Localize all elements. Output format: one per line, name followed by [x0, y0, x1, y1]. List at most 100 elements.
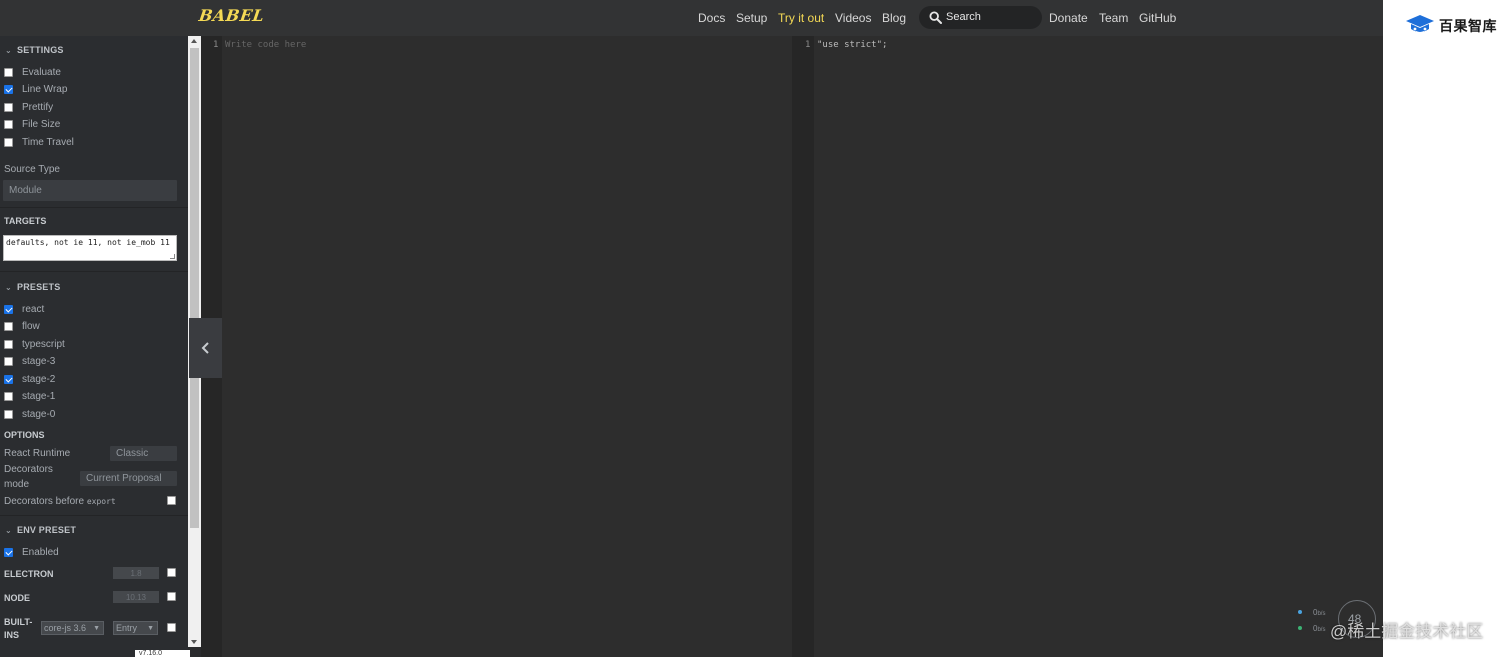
decorators-mode-label-2: mode: [4, 479, 30, 490]
react-checkbox[interactable]: [4, 304, 13, 314]
input-editor[interactable]: 1 Write code here: [201, 36, 792, 657]
preset-stage-0[interactable]: stage-0: [4, 407, 55, 421]
env-enabled[interactable]: Enabled: [4, 545, 59, 559]
input-line-number: 1: [213, 40, 219, 50]
graduation-cap-logo-icon: [1406, 15, 1434, 33]
preset-stage-2[interactable]: stage-2: [4, 372, 55, 386]
electron-label: ELECTRON: [4, 569, 54, 579]
stat-upload-value: 0b/s: [1313, 608, 1325, 617]
node-version-input[interactable]: 10.13: [113, 591, 159, 603]
divider: [0, 207, 188, 208]
stage-1-checkbox[interactable]: [4, 391, 13, 401]
preset-typescript[interactable]: typescript: [4, 337, 65, 351]
typescript-checkbox[interactable]: [4, 339, 13, 349]
node-label: NODE: [4, 593, 31, 603]
nav-link-try-it-out[interactable]: Try it out: [778, 11, 824, 25]
preset-flow[interactable]: flow: [4, 319, 40, 333]
builtins-label-2: INS: [4, 630, 20, 640]
search-icon: [929, 11, 942, 24]
preset-stage-1[interactable]: stage-1: [4, 389, 55, 403]
chevron-down-icon: ⌄: [5, 46, 12, 55]
typescript-label: typescript: [22, 338, 65, 350]
settings-sidebar: ⌄ SETTINGS Evaluate Line Wrap Prettify Fi…: [0, 36, 188, 657]
stage-3-checkbox[interactable]: [4, 356, 13, 366]
stat-row-upload: 0b/s: [1298, 604, 1325, 620]
node-checkbox[interactable]: [167, 592, 176, 601]
flow-label: flow: [22, 320, 40, 332]
top-nav-bar: BABEL Docs Setup Try it out Videos Blog …: [0, 0, 1383, 36]
scroll-down-icon[interactable]: [191, 640, 197, 644]
stage-2-label: stage-2: [22, 373, 56, 385]
decorators-mode-select[interactable]: Current Proposal: [80, 471, 177, 486]
time-travel-checkbox[interactable]: [4, 137, 13, 147]
input-placeholder: Write code here: [225, 40, 307, 50]
watermark: @稀土掘金技术社区: [1330, 622, 1484, 641]
search-box[interactable]: Search: [919, 6, 1042, 29]
babel-version-select[interactable]: v7.16.0: [135, 650, 190, 657]
nav-link-docs[interactable]: Docs: [698, 11, 725, 25]
decorators-before-checkbox[interactable]: [167, 496, 176, 505]
setting-evaluate[interactable]: Evaluate: [4, 65, 61, 79]
decorators-before-text: Decorators before: [4, 496, 85, 507]
decorators-before-code: export: [86, 497, 116, 506]
options-header: OPTIONS: [4, 430, 45, 440]
upload-unit: b/s: [1317, 610, 1326, 617]
react-label: react: [22, 303, 45, 315]
corejs-select[interactable]: core-js 3.6 ▼: [41, 621, 104, 635]
electron-checkbox[interactable]: [167, 568, 176, 577]
targets-value: defaults, not ie 11, not ie_mob 11: [6, 238, 170, 247]
source-type-select[interactable]: Module: [3, 180, 177, 201]
preset-stage-3[interactable]: stage-3: [4, 354, 55, 368]
chevron-down-icon: ▼: [93, 624, 100, 632]
decorators-before-label: Decorators before export: [4, 496, 116, 507]
file-size-checkbox[interactable]: [4, 119, 13, 129]
env-enabled-checkbox[interactable]: [4, 547, 13, 557]
react-runtime-select[interactable]: Classic: [110, 446, 177, 461]
targets-textarea[interactable]: defaults, not ie 11, not ie_mob 11: [3, 235, 177, 261]
brand-name: 百果智库: [1439, 18, 1497, 34]
stage-2-checkbox[interactable]: [4, 374, 13, 384]
chevron-down-icon: ⌄: [5, 283, 12, 292]
output-code: "use strict";: [817, 40, 888, 50]
nav-link-blog[interactable]: Blog: [882, 11, 906, 25]
stage-3-label: stage-3: [22, 355, 56, 367]
chevron-left-icon: [201, 342, 209, 354]
preset-react[interactable]: react: [4, 302, 44, 316]
setting-line-wrap[interactable]: Line Wrap: [4, 82, 67, 96]
builtins-checkbox[interactable]: [167, 623, 176, 632]
babel-logo[interactable]: BABEL: [198, 6, 266, 25]
line-wrap-checkbox[interactable]: [4, 84, 13, 94]
file-size-label: File Size: [22, 118, 61, 130]
flow-checkbox[interactable]: [4, 321, 13, 331]
scroll-up-icon[interactable]: [191, 39, 197, 43]
line-wrap-label: Line Wrap: [22, 83, 68, 95]
time-travel-label: Time Travel: [22, 136, 74, 148]
nav-link-github[interactable]: GitHub: [1139, 11, 1176, 25]
output-editor[interactable]: 1 "use strict";: [792, 36, 1383, 657]
targets-header: TARGETS: [4, 216, 47, 226]
setting-prettify[interactable]: Prettify: [4, 100, 53, 114]
source-type-label: Source Type: [4, 164, 60, 175]
collapse-sidebar-button[interactable]: [189, 318, 222, 378]
env-preset-section-header[interactable]: ⌄ ENV PRESET: [5, 525, 76, 535]
nav-link-videos[interactable]: Videos: [835, 11, 871, 25]
setting-file-size[interactable]: File Size: [4, 117, 60, 131]
electron-version-input[interactable]: 1.8: [113, 567, 159, 579]
scrollbar-thumb[interactable]: [190, 48, 199, 528]
nav-link-setup[interactable]: Setup: [736, 11, 767, 25]
stage-0-checkbox[interactable]: [4, 409, 13, 419]
nav-link-donate[interactable]: Donate: [1049, 11, 1088, 25]
nav-link-team[interactable]: Team: [1099, 11, 1128, 25]
setting-time-travel[interactable]: Time Travel: [4, 135, 74, 149]
settings-section-header[interactable]: ⌄ SETTINGS: [5, 45, 64, 55]
builtins-mode-select[interactable]: Entry ▼: [113, 621, 158, 635]
prettify-checkbox[interactable]: [4, 102, 13, 112]
presets-section-header[interactable]: ⌄ PRESETS: [5, 282, 60, 292]
chevron-down-icon: ▼: [147, 624, 154, 632]
decorators-mode-label-1: Decorators: [4, 464, 53, 475]
divider: [0, 271, 188, 272]
evaluate-checkbox[interactable]: [4, 67, 13, 77]
brand-panel: 百果智库: [1383, 0, 1512, 657]
search-label: Search: [946, 11, 981, 23]
resize-grip-icon[interactable]: [170, 254, 175, 259]
